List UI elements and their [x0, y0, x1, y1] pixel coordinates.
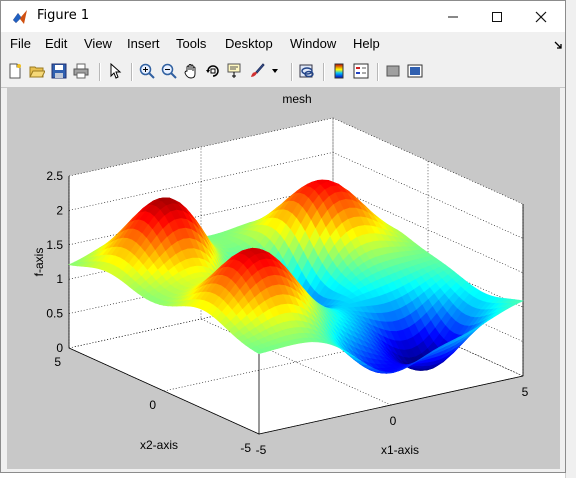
z-tick-label: 0.5: [46, 307, 63, 321]
z-axis-label: f-axis: [32, 248, 46, 277]
menu-view[interactable]: View: [84, 36, 112, 51]
brush-dropdown-button[interactable]: [269, 61, 281, 81]
save-icon: [51, 63, 67, 79]
x1-tick-label: 0: [390, 414, 397, 428]
brush-icon: [251, 63, 265, 77]
zoom-out-button[interactable]: [159, 61, 179, 81]
show-plot-tools-icon: [407, 64, 423, 78]
plot-title: mesh: [282, 92, 311, 106]
hide-plot-tools-icon: [386, 65, 400, 77]
open-file-icon: [29, 66, 45, 78]
maximize-icon: [492, 11, 502, 22]
hide-plot-tools-button[interactable]: [383, 61, 403, 81]
data-cursor-icon: [227, 63, 241, 78]
menu-insert[interactable]: Insert: [127, 36, 160, 51]
chevron-down-icon: [272, 69, 278, 73]
figure-canvas[interactable]: mesh 0 0.5 1 1.5 2 2.5 -5 0 5 -5 0 5 x1-axis x2-axis f…: [7, 87, 560, 469]
x2-tick-label: -5: [240, 441, 251, 455]
select-arrow-icon: [110, 63, 122, 79]
show-plot-tools-button[interactable]: [405, 61, 425, 81]
rotate-3d-icon: [206, 65, 219, 77]
menu-window[interactable]: Window: [290, 36, 336, 51]
figure-toolbar: [1, 57, 565, 88]
menu-desktop[interactable]: Desktop: [225, 36, 273, 51]
z-tick-label: 0: [56, 341, 63, 355]
toolbar-separator: [291, 63, 293, 81]
background-window-edge: [565, 0, 576, 478]
new-figure-icon: [9, 63, 21, 79]
menu-edit[interactable]: Edit: [45, 36, 67, 51]
dock-arrow-icon[interactable]: [553, 40, 563, 50]
select-arrow-button[interactable]: [105, 61, 125, 81]
toolbar-separator: [323, 63, 325, 81]
x2-axis-label: x2-axis: [140, 438, 178, 452]
x1-tick-label: -5: [256, 443, 267, 457]
open-file-button[interactable]: [27, 61, 47, 81]
close-icon: [535, 11, 547, 22]
window-title: Figure 1: [37, 8, 90, 23]
menu-file[interactable]: File: [10, 36, 31, 51]
save-button[interactable]: [49, 61, 69, 81]
x1-axis-label: x1-axis: [381, 443, 419, 457]
menu-tools[interactable]: Tools: [176, 36, 206, 51]
rotate-3d-button[interactable]: [203, 61, 223, 81]
zoom-out-icon: [161, 63, 177, 79]
pan-hand-icon: [184, 64, 196, 79]
print-button[interactable]: [71, 61, 91, 81]
brush-button[interactable]: [247, 61, 267, 81]
pan-hand-button[interactable]: [181, 61, 201, 81]
maximize-button[interactable]: [475, 1, 519, 32]
print-icon: [73, 63, 89, 79]
figure-window: Figure 1 File Edit View Insert Tools Des…: [0, 0, 566, 473]
mesh-plot: mesh 00.511.522.5-505-505x1-axisx2-axisf…: [32, 92, 529, 457]
link-plot-button[interactable]: [297, 61, 317, 81]
colorbar-button[interactable]: [329, 61, 349, 81]
minimize-button[interactable]: [431, 1, 475, 32]
menu-help[interactable]: Help: [353, 36, 380, 51]
z-tick-label: 1.5: [46, 238, 63, 252]
colorbar-icon: [334, 63, 344, 79]
close-button[interactable]: [519, 1, 563, 32]
x2-tick-label: 5: [54, 355, 61, 369]
title-bar: Figure 1: [1, 1, 565, 32]
x1-tick-label: 5: [522, 385, 529, 399]
toolbar-separator: [99, 63, 101, 81]
new-figure-button[interactable]: [5, 61, 25, 81]
legend-icon: [353, 63, 369, 79]
x2-tick-label: 0: [149, 398, 156, 412]
z-tick-label: 2: [56, 203, 63, 217]
minimize-icon: [448, 16, 458, 17]
link-plot-icon: [299, 64, 314, 78]
z-tick-label: 2.5: [46, 169, 63, 183]
toolbar-separator: [131, 63, 133, 81]
legend-button[interactable]: [351, 61, 371, 81]
data-cursor-button[interactable]: [225, 61, 245, 81]
zoom-in-icon: [139, 63, 155, 79]
menu-bar: File Edit View Insert Tools Desktop Wind…: [1, 32, 565, 56]
matlab-logo-icon: [13, 10, 27, 24]
toolbar-separator: [377, 63, 379, 81]
zoom-in-button[interactable]: [137, 61, 157, 81]
z-tick-label: 1: [56, 272, 63, 286]
